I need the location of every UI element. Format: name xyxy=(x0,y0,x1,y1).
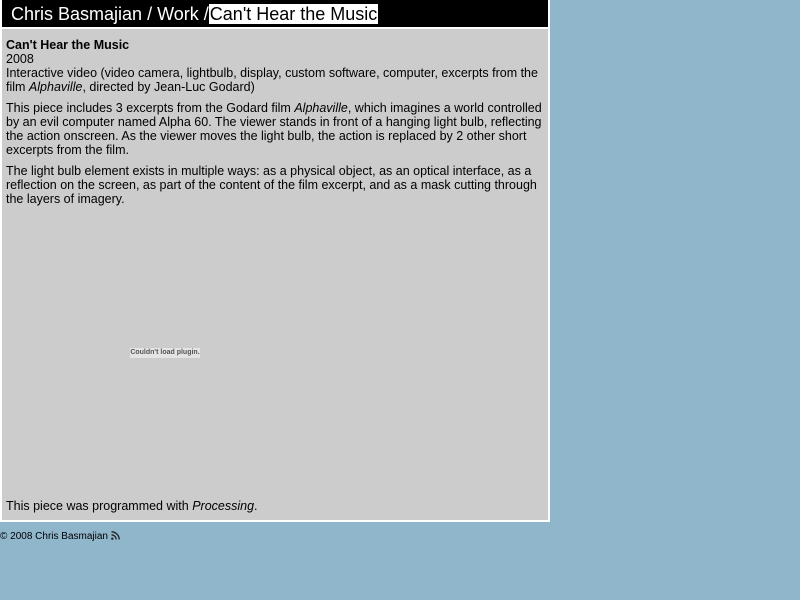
breadcrumb-home-link[interactable]: Chris Basmajian xyxy=(11,4,142,24)
breadcrumb-current-page: Can't Hear the Music xyxy=(208,4,379,24)
piece-description-1: This piece includes 3 excerpts from the … xyxy=(6,101,542,157)
piece-description-2: The light bulb element exists in multipl… xyxy=(6,164,537,206)
main-panel: Chris Basmajian / Work /Can't Hear the M… xyxy=(0,0,550,522)
piece-title: Can't Hear the Music xyxy=(6,38,130,52)
piece-year: 2008 xyxy=(6,52,34,66)
footer: © 2008 Chris Basmajian xyxy=(0,531,120,544)
breadcrumb-work-link[interactable]: Work xyxy=(157,4,199,24)
piece-medium: Interactive video (video camera, lightbu… xyxy=(6,66,538,94)
rss-icon[interactable] xyxy=(110,531,120,544)
piece-content: Can't Hear the Music 2008 Interactive vi… xyxy=(6,38,542,213)
copyright-text: © 2008 Chris Basmajian xyxy=(0,531,108,542)
header-bar: Chris Basmajian / Work /Can't Hear the M… xyxy=(2,0,548,29)
breadcrumb-separator: / xyxy=(147,4,153,24)
programmed-note: This piece was programmed with Processin… xyxy=(6,499,258,513)
breadcrumb: Chris Basmajian / Work /Can't Hear the M… xyxy=(11,4,379,24)
plugin-error-message: Couldn't load plugin. xyxy=(130,348,200,358)
